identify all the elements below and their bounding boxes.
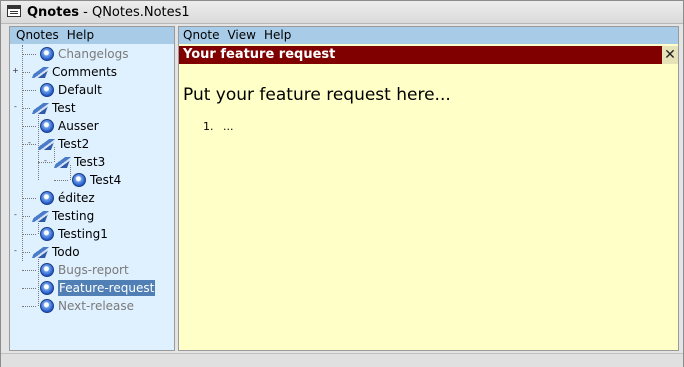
tree-connector-branch [22, 234, 36, 235]
globe-icon [40, 191, 54, 205]
tree-expander-icon[interactable]: + [12, 67, 19, 75]
tree-expander-icon[interactable]: - [12, 247, 19, 255]
globe-icon [40, 227, 54, 241]
list-item-number: 1. [203, 120, 214, 133]
tree-node-label: Testing [52, 209, 95, 223]
tree-node-label: Default [58, 83, 102, 97]
tree-connector-branch [22, 288, 36, 289]
note-pane: Qnote View Help Your feature request ✕ Put… [178, 26, 679, 351]
tree-node-label: Next-release [58, 299, 135, 313]
globe-icon [72, 173, 86, 187]
status-bar [1, 353, 683, 367]
book-icon [31, 211, 50, 222]
tree-node-label: Test [52, 101, 76, 115]
tree-connector-branch [22, 90, 36, 91]
tree-node-label: Test4 [90, 173, 122, 187]
tree-connector-branch [22, 198, 36, 199]
tree-node-test2[interactable]: - Test2 [10, 135, 174, 153]
close-note-button[interactable]: ✕ [662, 46, 678, 64]
tree-node-label: Bugs-report [58, 263, 129, 277]
book-icon [31, 67, 50, 78]
tree-node-comments[interactable]: + Comments [10, 63, 174, 81]
globe-icon [40, 47, 54, 61]
tree-expander-icon[interactable]: - [12, 211, 19, 219]
book-icon [37, 139, 56, 150]
right-menubar: Qnote View Help [179, 27, 678, 44]
notes-tree-pane: Qnotes Help Changelogs + Comments Default - Te… [9, 26, 175, 351]
tree-node-todo[interactable]: - Todo [10, 243, 174, 261]
title-suffix: - QNotes.Notes1 [79, 5, 190, 20]
tree-node-testing[interactable]: - Testing [10, 207, 174, 225]
tree-connector-branch [54, 180, 68, 181]
tree-node-label: Todo [52, 245, 80, 259]
tree-node-label: Feature-request [58, 280, 156, 296]
note-editor[interactable]: Put your feature request here... 1. ... [179, 65, 678, 350]
book-icon [31, 103, 50, 114]
window-title: Qnotes - QNotes.Notes1 [27, 5, 190, 20]
globe-icon [40, 281, 54, 295]
tree-node-test4[interactable]: Test4 [10, 171, 174, 189]
window-icon [7, 5, 21, 17]
tree-expander-icon[interactable]: - [26, 139, 33, 147]
tree-node--ditez[interactable]: éditez [10, 189, 174, 207]
tree-expander-icon[interactable]: - [12, 103, 19, 111]
menu-qnote[interactable]: Qnote [179, 27, 223, 44]
tree-connector-branch [22, 252, 30, 253]
globe-icon [40, 263, 54, 277]
tree-node-test[interactable]: - Test [10, 99, 174, 117]
menu-qnotes[interactable]: Qnotes [10, 27, 63, 44]
tree-node-feature-request[interactable]: Feature-request [10, 279, 174, 297]
tree-node-label: éditez [58, 191, 95, 205]
tree-connector-branch [22, 216, 30, 217]
book-icon [53, 157, 72, 168]
tree-node-default[interactable]: Default [10, 81, 174, 99]
tree-node-ausser[interactable]: Ausser [10, 117, 174, 135]
title-bar[interactable]: Qnotes - QNotes.Notes1 [1, 1, 683, 24]
tree-connector-branch [22, 72, 30, 73]
tree-expander-icon[interactable]: - [42, 157, 49, 165]
left-menubar: Qnotes Help [10, 27, 174, 44]
menu-help-right[interactable]: Help [260, 27, 295, 44]
app-name: Qnotes [27, 5, 80, 20]
tree-node-label: Comments [52, 65, 118, 79]
notes-tree[interactable]: Changelogs + Comments Default - Test Ausser - Te… [10, 45, 174, 350]
tree-node-label: Changelogs [58, 47, 129, 61]
book-icon [31, 247, 50, 258]
tree-connector-branch [22, 108, 30, 109]
tree-node-testing1[interactable]: Testing1 [10, 225, 174, 243]
tree-connector-branch [22, 270, 36, 271]
tree-connector-branch [22, 126, 36, 127]
tree-node-label: Test2 [58, 137, 90, 151]
menu-view[interactable]: View [223, 27, 259, 44]
tree-connector-branch [22, 306, 36, 307]
globe-icon [40, 83, 54, 97]
menu-help-left[interactable]: Help [63, 27, 98, 44]
tree-node-test3[interactable]: - Test3 [10, 153, 174, 171]
globe-icon [40, 119, 54, 133]
tree-node-label: Test3 [74, 155, 106, 169]
list-item-text: ... [223, 120, 234, 133]
tree-node-next-release[interactable]: Next-release [10, 297, 174, 315]
globe-icon [40, 299, 54, 313]
tree-node-changelogs[interactable]: Changelogs [10, 45, 174, 63]
app-window: Qnotes - QNotes.Notes1 Qnotes Help Change… [0, 0, 684, 367]
tree-node-bugs-report[interactable]: Bugs-report [10, 261, 174, 279]
tree-node-label: Ausser [58, 119, 99, 133]
tree-connector-branch [22, 54, 36, 55]
note-heading: Put your feature request here... [183, 85, 451, 105]
tree-node-label: Testing1 [58, 227, 108, 241]
note-title: Your feature request [179, 46, 678, 64]
